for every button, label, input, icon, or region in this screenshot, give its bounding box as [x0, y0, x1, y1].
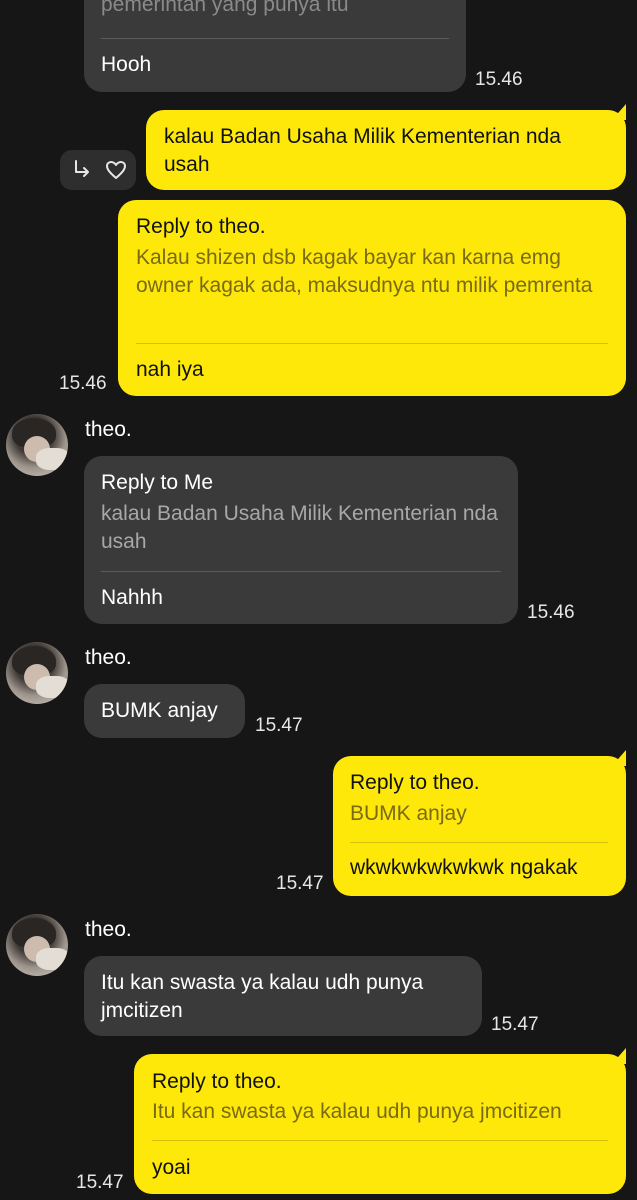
heart-icon[interactable] [104, 158, 128, 182]
message-text: BUMK anjay [101, 699, 218, 722]
reply-divider [152, 1140, 608, 1141]
sender-name: theo. [85, 918, 132, 941]
quoted-text-partial: pemerintah yang punya itu [101, 0, 349, 16]
quoted-text: Kalau shizen dsb kagak bayar kan karna e… [136, 246, 593, 297]
reply-arrow-icon[interactable] [70, 158, 94, 182]
message-time: 15.47 [276, 873, 324, 894]
reply-divider [101, 38, 449, 39]
reply-divider [350, 842, 608, 843]
message-bubble-outgoing[interactable]: Reply to theo. Kalau shizen dsb kagak ba… [118, 200, 626, 396]
message-bubble-incoming[interactable]: BUMK anjay [84, 684, 245, 738]
message-bubble-incoming[interactable]: pemerintah yang punya itu Hooh [84, 0, 466, 92]
message-bubble-incoming[interactable]: Reply to Me kalau Badan Usaha Milik Keme… [84, 456, 518, 624]
message-actions [60, 150, 136, 190]
bubble-tail [612, 1048, 626, 1064]
avatar[interactable] [6, 642, 68, 704]
message-text: nah iya [136, 358, 204, 381]
bubble-tail [612, 750, 626, 766]
reply-divider [136, 343, 608, 344]
avatar[interactable] [6, 914, 68, 976]
message-time: 15.47 [76, 1172, 124, 1193]
reply-header: Reply to theo. [350, 771, 480, 794]
quoted-text: BUMK anjay [350, 802, 467, 825]
reply-divider [101, 571, 501, 572]
sender-name: theo. [85, 418, 132, 441]
message-time: 15.46 [527, 602, 575, 623]
message-bubble-outgoing[interactable]: Reply to theo. BUMK anjay wkwkwkwkwkwk n… [333, 756, 626, 896]
message-text: Nahhh [101, 586, 163, 609]
message-text: Itu kan swasta ya kalau udh punya jmciti… [101, 971, 424, 1022]
avatar[interactable] [6, 414, 68, 476]
message-time: 15.47 [255, 715, 303, 736]
reply-header: Reply to theo. [136, 215, 266, 238]
message-text: kalau Badan Usaha Milik Kementerian nda … [164, 125, 561, 176]
message-text: wkwkwkwkwkwk ngakak [350, 856, 578, 879]
sender-name: theo. [85, 646, 132, 669]
quoted-text: kalau Badan Usaha Milik Kementerian nda … [101, 502, 498, 553]
quoted-text: Itu kan swasta ya kalau udh punya jmciti… [152, 1100, 562, 1123]
message-bubble-outgoing[interactable]: kalau Badan Usaha Milik Kementerian nda … [146, 110, 626, 190]
message-text: Hooh [101, 53, 152, 76]
message-time: 15.47 [491, 1014, 539, 1035]
message-bubble-incoming[interactable]: Itu kan swasta ya kalau udh punya jmciti… [84, 956, 482, 1036]
reply-header: Reply to theo. [152, 1070, 282, 1093]
message-text: yoai [152, 1156, 191, 1179]
bubble-tail [612, 104, 626, 120]
message-bubble-outgoing[interactable]: Reply to theo. Itu kan swasta ya kalau u… [134, 1054, 626, 1194]
message-time: 15.46 [59, 373, 107, 394]
message-time: 15.46 [475, 69, 523, 90]
reply-header: Reply to Me [101, 471, 214, 494]
